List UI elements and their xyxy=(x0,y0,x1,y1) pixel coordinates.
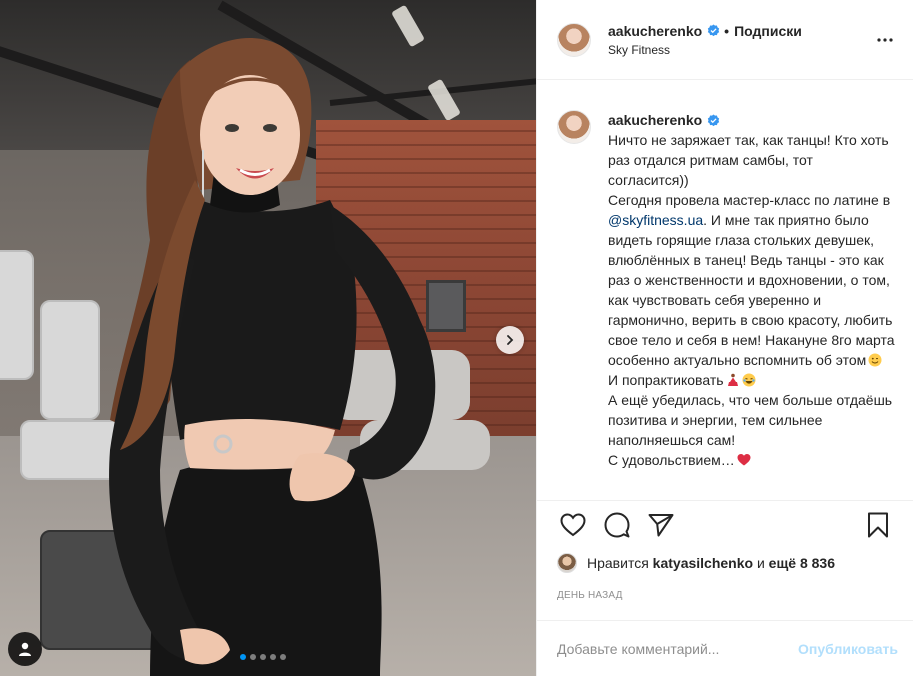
caption-text-2-before: Сегодня провела мастер-класс по латине в xyxy=(608,192,891,208)
caption-username[interactable]: aakucherenko xyxy=(608,110,702,130)
comment-button[interactable] xyxy=(597,505,637,545)
following-button[interactable]: Подписки xyxy=(734,23,802,39)
liker-username[interactable]: katyasilchenko xyxy=(653,555,753,571)
caption-avatar[interactable] xyxy=(557,110,591,144)
joy-emoji-icon xyxy=(742,373,756,387)
share-button[interactable] xyxy=(641,505,681,545)
carousel-dot xyxy=(270,654,276,660)
caption-text-4: А ещё убедилась, что чем больше отдаёшь … xyxy=(608,392,893,448)
carousel-indicator xyxy=(240,654,286,660)
likes-summary: Нравится katyasilchenko и ещё 8 836 xyxy=(557,553,835,573)
post-location[interactable]: Sky Fitness xyxy=(608,43,873,57)
caption-username-row: aakucherenko xyxy=(608,110,897,130)
more-options-button[interactable] xyxy=(873,28,897,52)
carousel-dot xyxy=(250,654,256,660)
more-horizontal-icon xyxy=(877,37,893,42)
verified-badge-icon xyxy=(708,113,720,126)
author-username[interactable]: aakucherenko xyxy=(608,23,702,39)
caption-text-5: С удовольствием… xyxy=(608,452,735,468)
tagged-user-button[interactable] xyxy=(8,632,42,666)
post-author-meta: aakucherenko • Подписки Sky Fitness xyxy=(608,23,873,57)
post-actions xyxy=(537,500,913,548)
caption-paragraph-3: И попрактиковать xyxy=(608,370,897,390)
caption-text-2-after: . И мне так приятно было видеть горящие … xyxy=(608,212,895,368)
likes-prefix: Нравится xyxy=(587,555,649,571)
post-side-panel: aakucherenko • Подписки Sky Fitness aaku… xyxy=(536,0,913,676)
wink-emoji-icon xyxy=(868,353,882,367)
next-slide-button[interactable] xyxy=(496,326,524,354)
comment-icon xyxy=(604,512,630,537)
chevron-right-icon xyxy=(507,335,514,345)
post-date[interactable]: ДЕНЬ НАЗАД xyxy=(557,590,623,601)
caption-text-3: И попрактиковать xyxy=(608,372,724,388)
comment-composer: Опубликовать xyxy=(537,620,913,676)
likes-count-link[interactable]: ещё 8 836 xyxy=(769,555,835,571)
carousel-dot xyxy=(240,654,246,660)
paper-plane-icon xyxy=(648,513,674,536)
woman-figure xyxy=(109,37,436,676)
caption-paragraph-5: С удовольствием… xyxy=(608,450,897,470)
save-button[interactable] xyxy=(858,505,898,545)
caption-text-1: Ничто не заряжает так, как танцы! Кто хо… xyxy=(608,132,889,188)
follow-separator: • xyxy=(724,22,730,39)
heart-icon xyxy=(560,512,586,536)
dancer-emoji-icon xyxy=(727,373,738,386)
caption-paragraph-2: Сегодня провела мастер-класс по латине в… xyxy=(608,190,897,370)
carousel-dot xyxy=(260,654,266,660)
comments-area[interactable]: aakucherenko Ничто не заряжает так, как … xyxy=(537,80,913,499)
bookmark-icon xyxy=(868,512,888,537)
user-icon xyxy=(19,642,31,656)
comment-input[interactable] xyxy=(557,640,799,657)
carousel-dot xyxy=(280,654,286,660)
likes-joiner: и xyxy=(756,555,765,571)
verified-badge-icon xyxy=(708,24,720,37)
post-photo[interactable] xyxy=(0,0,536,676)
post-author-row: aakucherenko • Подписки xyxy=(608,23,873,39)
avatar[interactable] xyxy=(557,22,591,57)
post-caption: aakucherenko Ничто не заряжает так, как … xyxy=(608,110,897,499)
publish-button[interactable]: Опубликовать xyxy=(798,641,898,657)
red-heart-emoji-icon xyxy=(737,454,751,466)
liker-avatar[interactable] xyxy=(557,553,577,573)
post-header: aakucherenko • Подписки Sky Fitness xyxy=(537,0,913,80)
mention-link[interactable]: @skyfitness.ua xyxy=(608,212,703,228)
like-button[interactable] xyxy=(553,505,593,545)
